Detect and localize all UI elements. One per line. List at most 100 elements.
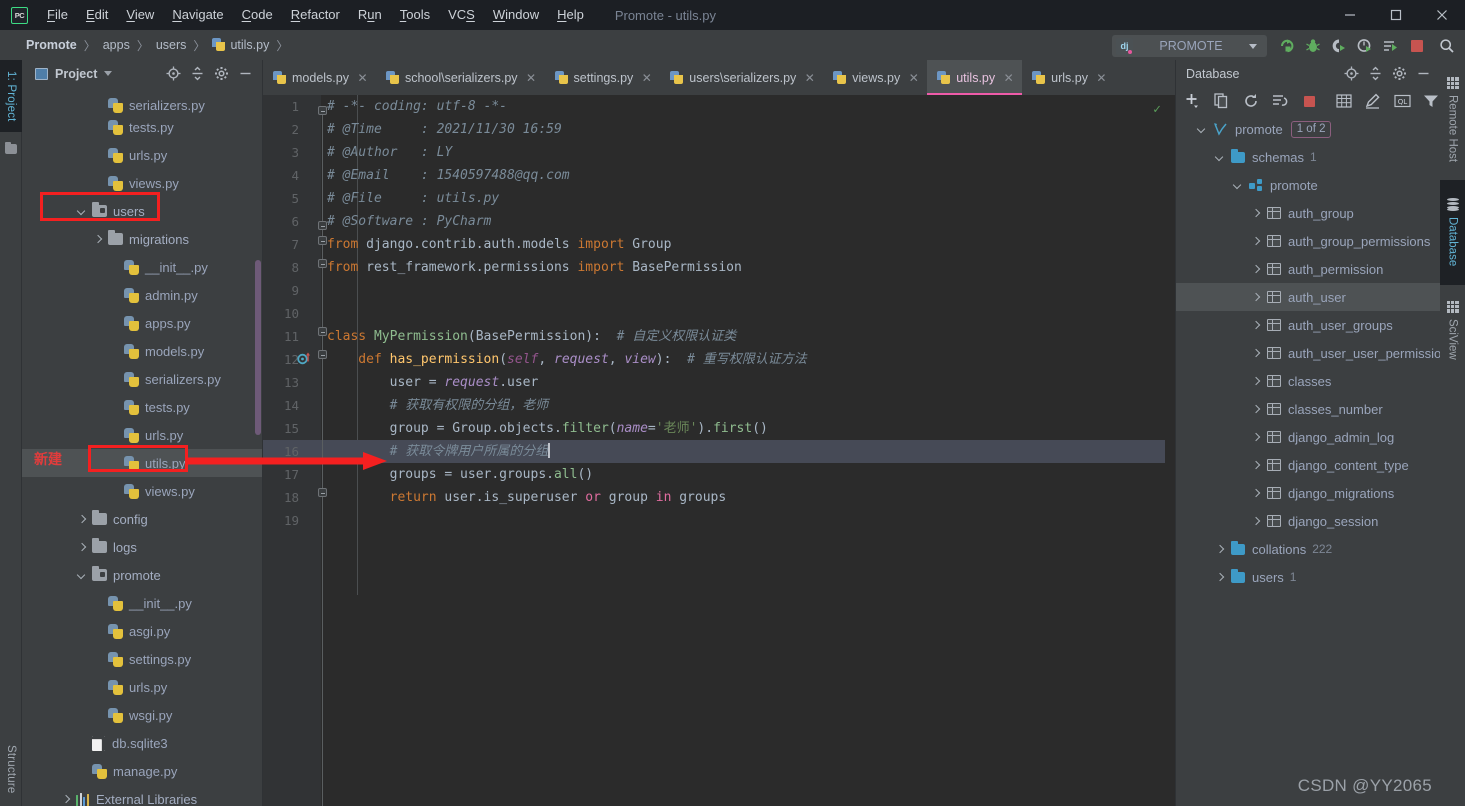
fold-marker-icon[interactable] xyxy=(318,350,327,359)
duplicate-icon[interactable] xyxy=(1213,92,1231,110)
tool-window-tab-remote-host[interactable]: Remote Host xyxy=(1440,60,1465,180)
breadcrumb-item-utils-py[interactable]: utils.py xyxy=(212,38,269,52)
code-line[interactable]: 12 def has_permission(self, request, vie… xyxy=(284,348,1175,371)
project-tree-item[interactable]: models.py xyxy=(22,337,262,365)
editor-tab-users-serializers-py[interactable]: users\serializers.py ✕ xyxy=(660,60,823,95)
chevron-down-icon[interactable] xyxy=(104,71,113,76)
run-with-console-button[interactable] xyxy=(1381,36,1401,56)
chevron-right-icon[interactable] xyxy=(1250,403,1262,415)
profile-button[interactable] xyxy=(1355,36,1375,56)
override-method-gutter-icon[interactable] xyxy=(297,351,311,365)
project-tree-item[interactable]: views.py xyxy=(22,477,262,505)
chevron-right-icon[interactable] xyxy=(1250,207,1262,219)
database-tree-item[interactable]: django_session xyxy=(1176,507,1440,535)
database-tree-item[interactable]: django_content_type xyxy=(1176,451,1440,479)
project-tree-item[interactable]: __init__.py xyxy=(22,589,262,617)
project-tree-item[interactable]: apps.py xyxy=(22,309,262,337)
chevron-right-icon[interactable] xyxy=(60,793,72,805)
inspection-status-icon[interactable]: ✓ xyxy=(1153,102,1161,117)
project-tree-item[interactable]: views.py xyxy=(22,169,262,197)
menu-item-code[interactable]: Code xyxy=(233,0,282,30)
chevron-right-icon[interactable] xyxy=(1250,263,1262,275)
code-line[interactable]: 11 class MyPermission(BasePermission): # … xyxy=(284,325,1175,348)
editor-scrollbar[interactable] xyxy=(1165,95,1175,806)
breadcrumb-item-users[interactable]: users xyxy=(156,38,187,52)
project-tree-item[interactable]: settings.py xyxy=(22,645,262,673)
database-tree-item[interactable]: classes xyxy=(1176,367,1440,395)
code-line[interactable]: 4 # @Email : 1540597488@qq.com xyxy=(291,164,1175,187)
code-line[interactable]: 18 return user.is_superuser or group in … xyxy=(284,486,1175,509)
database-tree-item[interactable]: classes_number xyxy=(1176,395,1440,423)
tool-window-tab-project[interactable]: 1: Project xyxy=(0,60,22,132)
code-line[interactable]: 6 # @Software : PyCharm xyxy=(291,210,1175,233)
database-tree-item[interactable]: promote xyxy=(1176,171,1440,199)
project-tree-item[interactable]: migrations xyxy=(22,225,262,253)
chevron-right-icon[interactable] xyxy=(1250,431,1262,443)
menu-item-help[interactable]: Help xyxy=(548,0,593,30)
editor-tab-urls-py[interactable]: urls.py ✕ xyxy=(1022,60,1115,95)
locate-icon[interactable] xyxy=(1340,63,1362,85)
database-tree-item[interactable]: auth_permission xyxy=(1176,255,1440,283)
edit-icon[interactable] xyxy=(1364,92,1382,110)
code-line[interactable]: 2 # @Time : 2021/11/30 16:59 xyxy=(291,118,1175,141)
chevron-down-icon[interactable] xyxy=(76,205,88,217)
project-tree-item[interactable]: manage.py xyxy=(22,757,262,785)
project-tree-item[interactable]: __init__.py xyxy=(22,253,262,281)
tool-window-tab-sciview[interactable]: SciView xyxy=(1440,285,1465,375)
menu-item-view[interactable]: View xyxy=(117,0,163,30)
database-tree-item[interactable]: auth_user_user_permissions xyxy=(1176,339,1455,367)
code-line[interactable]: 10 xyxy=(284,302,1175,325)
code-line[interactable]: 8 from rest_framework.permissions import … xyxy=(291,256,1175,279)
project-tree-item[interactable]: urls.py xyxy=(22,141,262,169)
refresh-icon[interactable] xyxy=(1242,92,1260,110)
hide-icon[interactable] xyxy=(234,63,256,85)
project-tree-item[interactable]: logs xyxy=(22,533,262,561)
editor-tab-close-icon[interactable]: ✕ xyxy=(526,71,537,85)
database-tree[interactable]: promote 1 of 2 schemas 1 promote auth_group au… xyxy=(1176,115,1455,806)
database-tree-item[interactable]: promote 1 of 2 xyxy=(1176,115,1440,143)
menu-item-refactor[interactable]: Refactor xyxy=(282,0,349,30)
project-tree-item[interactable]: External Libraries xyxy=(22,785,262,806)
chevron-down-icon[interactable] xyxy=(1214,151,1226,163)
fold-marker-icon[interactable] xyxy=(318,327,327,336)
fold-marker-icon[interactable] xyxy=(318,488,327,497)
menu-item-vcs[interactable]: VCS xyxy=(439,0,484,30)
project-tree-item[interactable]: db.sqlite3 xyxy=(22,729,262,757)
database-tree-item[interactable]: collations 222 xyxy=(1176,535,1440,563)
menu-item-file[interactable]: File xyxy=(38,0,77,30)
code-line[interactable]: 9 xyxy=(291,279,1175,302)
code-line[interactable]: 13 user = request.user xyxy=(284,371,1175,394)
fold-marker-icon[interactable] xyxy=(318,221,327,230)
code-line[interactable]: 7 from django.contrib.auth.models import … xyxy=(291,233,1175,256)
close-button[interactable] xyxy=(1419,0,1465,30)
project-tree-item[interactable]: urls.py xyxy=(22,673,262,701)
maximize-button[interactable] xyxy=(1373,0,1419,30)
sync-icon[interactable] xyxy=(1271,92,1289,110)
project-tree-item[interactable]: promote xyxy=(22,561,262,589)
project-tree-item[interactable]: serializers.py xyxy=(22,87,262,113)
code-line[interactable]: 19 xyxy=(284,509,1175,532)
project-tree-item[interactable]: urls.py xyxy=(22,421,262,449)
tool-window-tab-structure[interactable]: Structure xyxy=(0,732,22,806)
add-icon[interactable] xyxy=(1184,92,1202,110)
chevron-right-icon[interactable] xyxy=(1250,459,1262,471)
stop-icon[interactable] xyxy=(1300,92,1318,110)
editor-tab-close-icon[interactable]: ✕ xyxy=(641,71,652,85)
collapse-all-icon[interactable] xyxy=(186,63,208,85)
project-tree-item[interactable]: serializers.py xyxy=(22,365,262,393)
editor-tab-views-py[interactable]: views.py ✕ xyxy=(823,60,927,95)
menu-item-window[interactable]: Window xyxy=(484,0,548,30)
debug-button[interactable] xyxy=(1303,36,1323,56)
project-tree-item[interactable]: wsgi.py xyxy=(22,701,262,729)
stop-button[interactable] xyxy=(1407,36,1427,56)
chevron-right-icon[interactable] xyxy=(1250,235,1262,247)
menu-item-tools[interactable]: Tools xyxy=(391,0,439,30)
chevron-right-icon[interactable] xyxy=(1250,291,1262,303)
chevron-down-icon[interactable] xyxy=(76,569,88,581)
minimize-button[interactable] xyxy=(1327,0,1373,30)
database-tree-item[interactable]: schemas 1 xyxy=(1176,143,1440,171)
fold-marker-icon[interactable] xyxy=(318,236,327,245)
chevron-right-icon[interactable] xyxy=(76,513,88,525)
database-tree-item[interactable]: django_migrations xyxy=(1176,479,1440,507)
locate-icon[interactable] xyxy=(162,63,184,85)
